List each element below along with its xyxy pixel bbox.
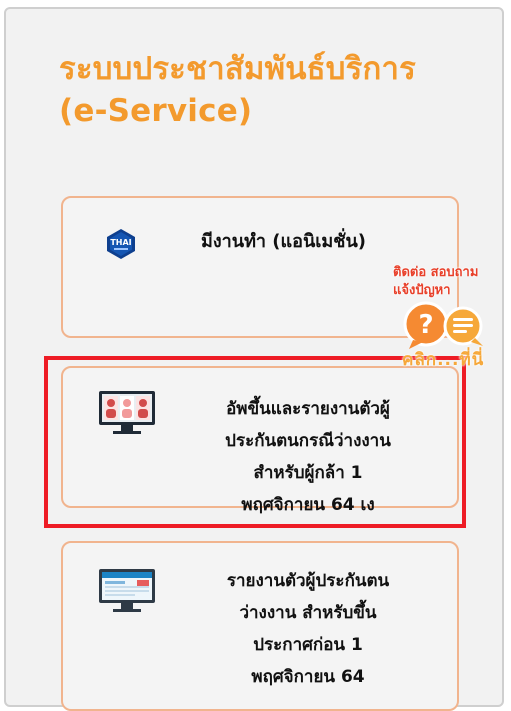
service-card-label: รายงานตัวผู้ประกันตน ว่างงาน สำหรับขึ้น … xyxy=(173,565,443,693)
contact-line2: แจ้งปัญหา xyxy=(393,283,451,298)
thai-logo-icon: THAI xyxy=(107,229,135,259)
card-line: รายงานตัวผู้ประกันตน xyxy=(226,571,390,591)
card-line: อัพขึ้นและรายงานตัวผู้ xyxy=(226,399,390,419)
service-card-report-unemployed[interactable]: รายงานตัวผู้ประกันตน ว่างงาน สำหรับขึ้น … xyxy=(61,541,459,711)
service-card-label: มีงานทำ (แอนิเมชั่น) xyxy=(201,226,471,258)
chat-bubble-icon: ? xyxy=(403,301,483,349)
page-title: ระบบประชาสัมพันธ์บริการ (e-Service) xyxy=(59,48,479,132)
service-card-register-unemployed[interactable]: อัพขึ้นและรายงานตัวผู้ ประกันตนกรณีว่างง… xyxy=(61,366,459,515)
card-line: พฤศจิกายน 64 เง xyxy=(241,495,375,515)
card-line: ว่างงาน สำหรับขึ้น xyxy=(239,603,377,623)
video-call-monitor-icon xyxy=(99,391,155,434)
card-line: ประกาศก่อน 1 xyxy=(253,635,363,655)
card-line: สำหรับผู้กล้า 1 xyxy=(253,463,363,483)
card-line: พฤศจิกายน 64 xyxy=(251,667,365,687)
contact-widget[interactable]: ติดต่อ สอบถาม แจ้งปัญหา ? คลิก...ที่นี่ xyxy=(393,260,505,370)
thai-logo-text: THAI xyxy=(110,238,131,247)
service-card-label: อัพขึ้นและรายงานตัวผู้ ประกันตนกรณีว่างง… xyxy=(173,393,443,521)
page-title-line1: ระบบประชาสัมพันธ์บริการ xyxy=(59,51,416,87)
contact-click-link[interactable]: คลิก...ที่นี่ xyxy=(402,346,484,373)
website-monitor-icon xyxy=(99,569,155,612)
svg-text:?: ? xyxy=(418,310,433,340)
card-line: ประกันตนกรณีว่างงาน xyxy=(225,431,391,451)
card-line: มีงานทำ (แอนิเมชั่น) xyxy=(201,231,367,252)
page-title-line2: (e-Service) xyxy=(59,93,253,129)
